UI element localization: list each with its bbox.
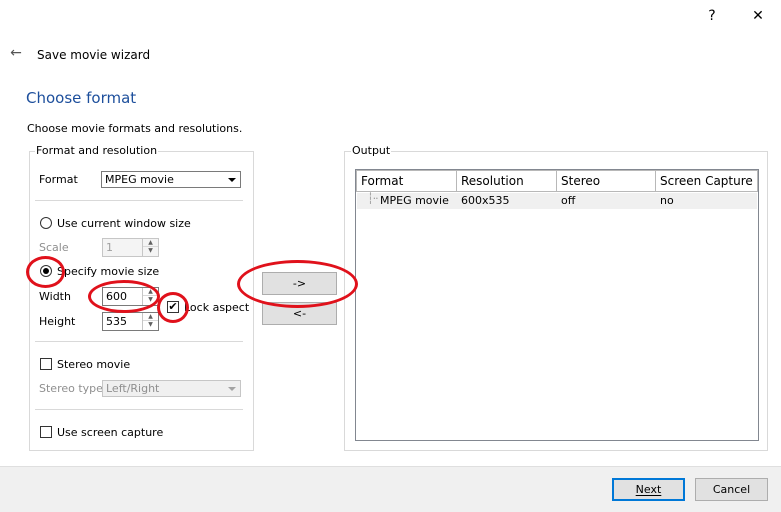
remove-button-label: <- <box>292 307 307 320</box>
scale-value: 1 <box>106 241 113 254</box>
specify-movie-size-radio[interactable] <box>40 265 52 277</box>
height-value: 535 <box>106 315 127 328</box>
row-resolution-cell: 600x535 <box>461 194 510 207</box>
column-header-format[interactable]: Format <box>356 170 457 192</box>
column-header-resolution[interactable]: Resolution <box>457 170 557 192</box>
divider <box>35 341 243 342</box>
spin-down-icon: ▼ <box>148 321 153 328</box>
lock-aspect-checkbox[interactable]: ✔ <box>167 301 179 313</box>
width-value: 600 <box>106 290 127 303</box>
row-stereo-cell: off <box>561 194 576 207</box>
use-current-window-label: Use current window size <box>57 217 191 230</box>
screen-capture-label: Use screen capture <box>57 426 164 439</box>
row-format-cell: MPEG movie <box>380 194 449 207</box>
output-list[interactable] <box>355 169 759 441</box>
close-button[interactable]: ✕ <box>735 0 781 31</box>
scale-label: Scale <box>39 241 69 254</box>
help-icon: ? <box>708 7 716 24</box>
next-button-label: Next <box>635 483 662 496</box>
add-button-label: -> <box>292 277 307 290</box>
cancel-button[interactable]: Cancel <box>695 478 768 501</box>
column-header-screen-capture[interactable]: Screen Capture <box>656 170 758 192</box>
width-spinbox[interactable]: 600 ▲ ▼ <box>102 287 159 306</box>
output-group-legend: Output <box>351 144 392 158</box>
spin-up-icon: ▲ <box>143 239 158 247</box>
tree-connector-icon: ┆·· <box>367 192 379 205</box>
output-table-header: Format Resolution Stereo Screen Capture <box>356 170 758 192</box>
chevron-down-icon <box>223 172 240 187</box>
next-button[interactable]: Next <box>612 478 685 501</box>
wizard-title: Save movie wizard <box>37 48 151 62</box>
spin-down-icon: ▼ <box>148 247 153 254</box>
stereo-type-label: Stereo type <box>39 382 103 395</box>
help-button[interactable]: ? <box>689 0 735 31</box>
spin-up-icon: ▲ <box>143 313 158 321</box>
divider <box>35 200 243 201</box>
specify-movie-size-label: Specify movie size <box>57 265 160 278</box>
spin-down-icon: ▼ <box>148 296 153 303</box>
row-screen-capture-cell: no <box>660 194 674 207</box>
column-header-stereo[interactable]: Stereo <box>557 170 656 192</box>
close-icon: ✕ <box>752 7 764 24</box>
scale-spinbox[interactable]: 1 ▲ ▼ <box>102 238 159 257</box>
back-button[interactable]: ← <box>7 44 25 62</box>
remove-from-output-button[interactable]: <- <box>262 302 337 325</box>
add-to-output-button[interactable]: -> <box>262 272 337 295</box>
chevron-down-icon <box>223 381 240 396</box>
page-heading: Choose format <box>26 89 137 107</box>
stereo-movie-label: Stereo movie <box>57 358 131 371</box>
format-group-legend: Format and resolution <box>35 144 159 158</box>
table-row[interactable]: ┆·· MPEG movie 600x535 off no <box>357 192 757 209</box>
width-label: Width <box>39 290 71 303</box>
lock-aspect-label: Lock aspect <box>184 301 250 314</box>
format-select[interactable]: MPEG movie <box>101 171 241 188</box>
spin-up-icon: ▲ <box>143 288 158 296</box>
checkmark-icon: ✔ <box>168 300 178 313</box>
cancel-button-label: Cancel <box>712 483 751 496</box>
screen-capture-checkbox[interactable] <box>40 426 52 438</box>
stereo-type-value: Left/Right <box>106 382 160 395</box>
format-select-value: MPEG movie <box>105 173 174 186</box>
page-subheading: Choose movie formats and resolutions. <box>27 122 243 135</box>
use-current-window-radio[interactable] <box>40 217 52 229</box>
height-spinbox[interactable]: 535 ▲ ▼ <box>102 312 159 331</box>
stereo-type-select[interactable]: Left/Right <box>102 380 241 397</box>
height-label: Height <box>39 315 76 328</box>
format-label: Format <box>39 173 78 186</box>
divider <box>35 409 243 410</box>
back-arrow-icon: ← <box>10 45 22 61</box>
stereo-movie-checkbox[interactable] <box>40 358 52 370</box>
